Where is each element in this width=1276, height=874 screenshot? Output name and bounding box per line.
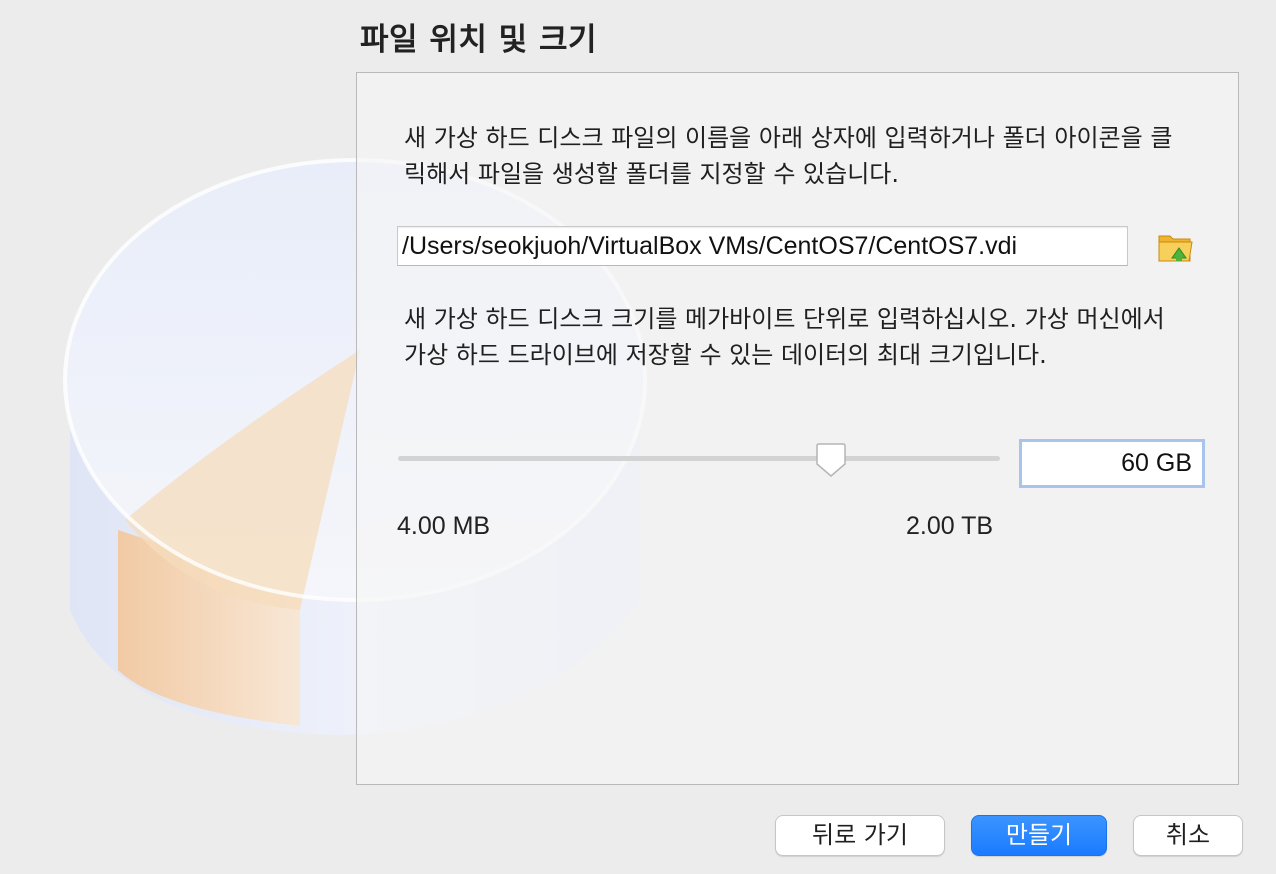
size-min-label: 4.00 MB [397, 512, 491, 540]
back-button[interactable]: 뒤로 가기 [775, 815, 945, 856]
size-slider-thumb[interactable] [813, 442, 849, 480]
folder-open-icon [1158, 235, 1193, 262]
size-max-label: 2.00 TB [906, 512, 994, 540]
size-value-input[interactable] [1019, 439, 1205, 488]
slider-thumb-icon [816, 443, 846, 477]
file-path-input[interactable] [397, 226, 1128, 266]
cancel-button[interactable]: 취소 [1133, 815, 1243, 856]
create-button[interactable]: 만들기 [971, 815, 1107, 856]
page-title: 파일 위치 및 크기 [360, 22, 598, 58]
size-description: 새 가상 하드 디스크 크기를 메가바이트 단위로 입력하십시오. 가상 머신에… [404, 305, 1165, 369]
location-description: 새 가상 하드 디스크 파일의 이름을 아래 상자에 입력하거나 폴더 아이콘을… [404, 124, 1173, 188]
size-slider-track[interactable] [398, 456, 1000, 461]
choose-folder-button[interactable] [1156, 228, 1196, 266]
